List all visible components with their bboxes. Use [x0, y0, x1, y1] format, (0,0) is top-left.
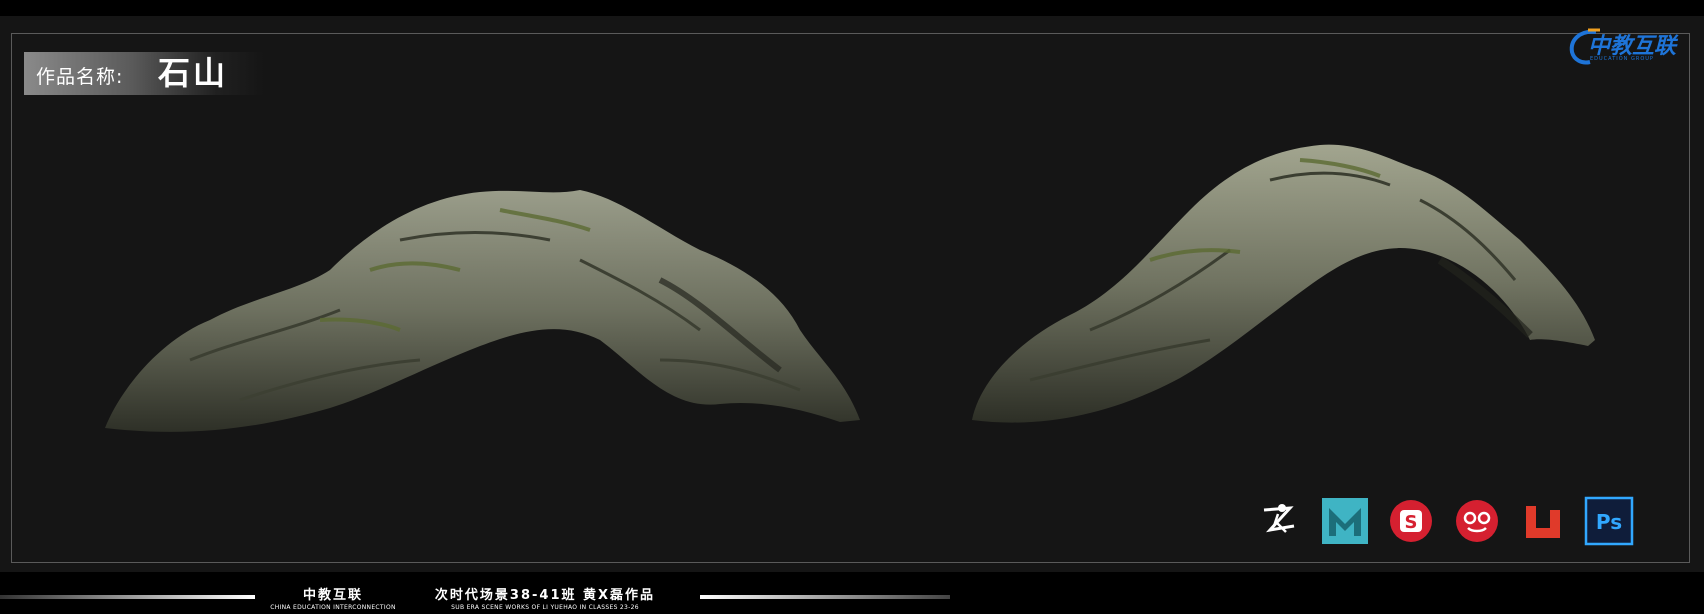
unfold3d-icon — [1526, 506, 1560, 538]
footer-bar-left — [0, 595, 255, 599]
footer-credit: 次时代场景38-41班 黄X磊作品 SUB ERA SCENE WORKS OF… — [425, 584, 665, 611]
rock-model-left — [105, 190, 860, 432]
work-title-value: 石山 — [158, 54, 229, 92]
footer-brand-text: 中教互联 — [302, 588, 363, 603]
rock-model-right — [972, 144, 1595, 423]
footer-brand-sub: CHINA EDUCATION INTERCONNECTION — [270, 604, 396, 611]
footer-brand: 中教互联 CHINA EDUCATION INTERCONNECTION — [258, 584, 408, 611]
brand-logo: 中教互联 EDUCATION GROUP — [1566, 26, 1686, 68]
work-title-box: 作品名称: 石山 — [24, 52, 264, 95]
top-bar — [0, 0, 1704, 16]
substance-painter-icon: S — [1390, 500, 1432, 542]
zbrush-icon — [1263, 504, 1295, 533]
svg-text:S: S — [1405, 512, 1418, 533]
footer-bar-right — [700, 595, 950, 599]
footer-credit-text: 次时代场景38-41班 黄X磊作品 — [434, 588, 656, 603]
footer-credit-sub: SUB ERA SCENE WORKS OF LI YUEHAO IN CLAS… — [451, 604, 639, 611]
maya-icon — [1322, 498, 1368, 544]
photoshop-icon: Ps — [1584, 496, 1634, 546]
svg-text:Ps: Ps — [1596, 510, 1622, 534]
footer: 中教互联 CHINA EDUCATION INTERCONNECTION 次时代… — [0, 572, 1704, 614]
work-title-label: 作品名称: — [36, 66, 124, 88]
marmoset-toolbag-icon — [1456, 500, 1498, 542]
brand-logo-sub: EDUCATION GROUP — [1590, 56, 1654, 62]
